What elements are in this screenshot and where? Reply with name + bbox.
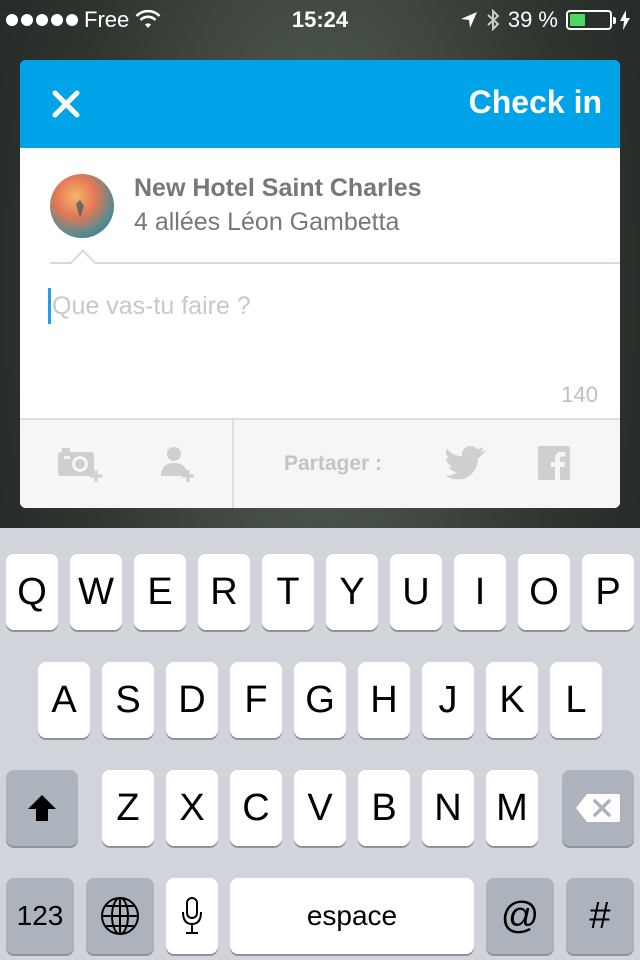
key-q[interactable]: Q — [6, 554, 58, 630]
key-j[interactable]: J — [422, 662, 474, 738]
key-label: T — [276, 570, 300, 613]
key-label: M — [496, 786, 528, 829]
key-e[interactable]: E — [134, 554, 186, 630]
key-b[interactable]: B — [358, 770, 410, 846]
compose-toolbar: Partager : — [20, 418, 620, 508]
add-photo-icon[interactable] — [56, 446, 106, 484]
globe-key[interactable] — [86, 878, 154, 954]
key-label: # — [589, 894, 611, 937]
toolbar-separator — [232, 420, 234, 508]
location-arrow-icon — [460, 12, 477, 28]
key-s[interactable]: S — [102, 662, 154, 738]
dictation-key[interactable] — [166, 878, 218, 954]
tag-friends-icon[interactable] — [158, 444, 198, 484]
space-key[interactable]: espace — [230, 878, 474, 954]
key-label: Q — [17, 570, 47, 613]
key-h[interactable]: H — [358, 662, 410, 738]
key-label: V — [307, 786, 333, 829]
key-label: L — [565, 678, 587, 721]
key-label: U — [402, 570, 430, 613]
key-label: W — [78, 570, 114, 613]
venue-photo — [50, 174, 114, 238]
key-x[interactable]: X — [166, 770, 218, 846]
key-u[interactable]: U — [390, 554, 442, 630]
key-label: O — [529, 570, 559, 613]
key-label: X — [179, 786, 205, 829]
key-label: I — [474, 570, 486, 613]
compose-area — [48, 286, 608, 346]
key-label: P — [595, 570, 621, 613]
key-label: N — [434, 786, 462, 829]
backspace-key[interactable] — [562, 770, 634, 846]
keyboard: Q W E R T Y U I O P A S D F G H J K L Z … — [0, 528, 640, 960]
text-cursor — [48, 288, 51, 324]
facebook-icon[interactable] — [538, 446, 570, 480]
key-f[interactable]: F — [230, 662, 282, 738]
key-label: @ — [500, 894, 540, 937]
venue-name: New Hotel Saint Charles — [134, 174, 422, 202]
status-right: 39 % — [460, 7, 630, 33]
key-c[interactable]: C — [230, 770, 282, 846]
key-label: A — [51, 678, 77, 721]
share-label: Partager : — [284, 452, 383, 475]
key-i[interactable]: I — [454, 554, 506, 630]
key-z[interactable]: Z — [102, 770, 154, 846]
key-o[interactable]: O — [518, 554, 570, 630]
venue-info: New Hotel Saint Charles 4 allées Léon Ga… — [20, 148, 620, 262]
key-v[interactable]: V — [294, 770, 346, 846]
key-label: Z — [116, 786, 140, 829]
key-l[interactable]: L — [550, 662, 602, 738]
key-m[interactable]: M — [486, 770, 538, 846]
key-r[interactable]: R — [198, 554, 250, 630]
divider — [50, 262, 620, 264]
checkin-dialog: Check in New Hotel Saint Charles 4 allée… — [20, 60, 620, 508]
key-a[interactable]: A — [38, 662, 90, 738]
key-label: B — [371, 786, 397, 829]
key-label: J — [438, 678, 458, 721]
key-label: 123 — [16, 900, 64, 931]
shift-key[interactable] — [6, 770, 78, 846]
globe-icon — [101, 897, 139, 935]
hash-key[interactable]: # — [566, 878, 634, 954]
check-in-button[interactable]: Check in — [469, 84, 602, 121]
charging-bolt-icon — [620, 10, 630, 30]
key-label: G — [305, 678, 335, 721]
bluetooth-icon — [487, 9, 500, 31]
key-d[interactable]: D — [166, 662, 218, 738]
battery-icon — [566, 10, 616, 30]
dialog-header: Check in — [20, 60, 620, 148]
backspace-icon — [576, 794, 620, 822]
key-p[interactable]: P — [582, 554, 634, 630]
key-label: E — [147, 570, 173, 613]
key-n[interactable]: N — [422, 770, 474, 846]
key-label: C — [242, 786, 270, 829]
key-label: D — [178, 678, 206, 721]
key-y[interactable]: Y — [326, 554, 378, 630]
key-label: K — [499, 678, 525, 721]
numbers-key[interactable]: 123 — [6, 878, 74, 954]
microphone-icon — [182, 897, 202, 934]
key-t[interactable]: T — [262, 554, 314, 630]
key-k[interactable]: K — [486, 662, 538, 738]
twitter-icon[interactable] — [446, 446, 488, 480]
character-count: 140 — [561, 382, 598, 407]
key-label: H — [370, 678, 398, 721]
at-key[interactable]: @ — [486, 878, 554, 954]
battery-percent: 39 % — [507, 7, 558, 32]
key-label: espace — [306, 900, 398, 931]
key-g[interactable]: G — [294, 662, 346, 738]
close-icon[interactable] — [48, 86, 84, 122]
key-label: Y — [339, 570, 365, 613]
shift-icon — [28, 795, 56, 821]
key-w[interactable]: W — [70, 554, 122, 630]
key-label: R — [210, 570, 238, 613]
venue-address: 4 allées Léon Gambetta — [134, 208, 400, 236]
key-label: S — [115, 678, 141, 721]
status-bar: Free 15:24 39 % — [0, 0, 640, 40]
key-label: F — [244, 678, 268, 721]
shout-input[interactable] — [52, 286, 602, 326]
